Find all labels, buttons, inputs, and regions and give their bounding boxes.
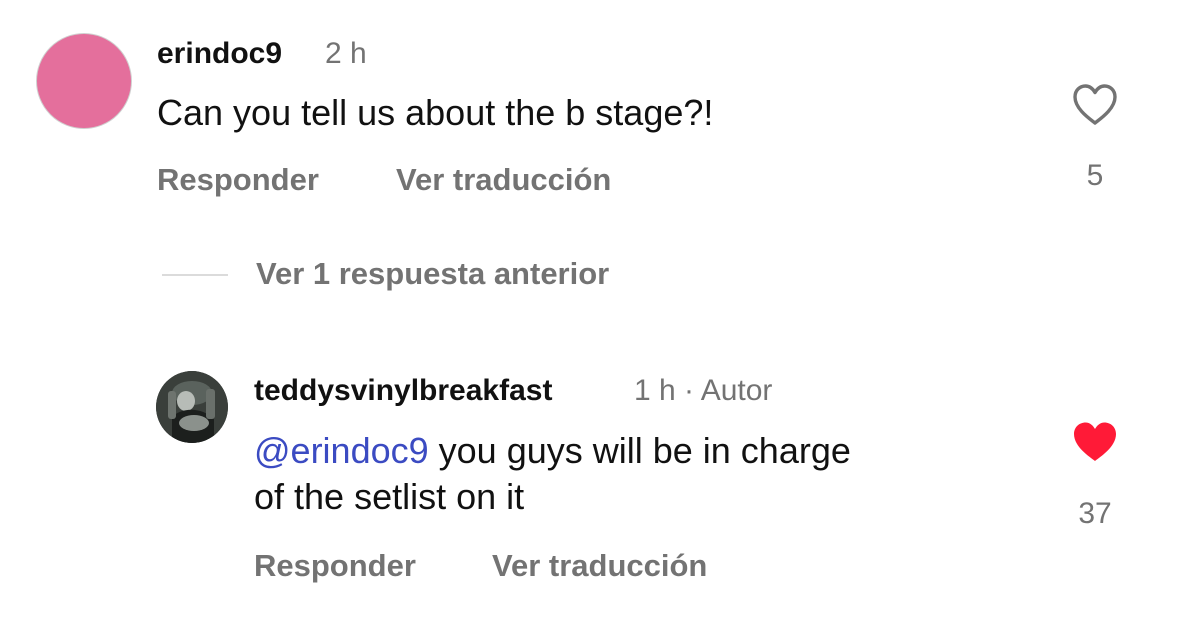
comment-text: @erindoc9 you guys will be in charge of t… bbox=[254, 428, 1014, 520]
comment-text-line1: you guys will be in charge bbox=[428, 430, 851, 471]
see-translation-button[interactable]: Ver traducción bbox=[396, 162, 611, 198]
comments-panel: erindoc9 2 h Can you tell us about the b… bbox=[0, 0, 1178, 634]
reply-button[interactable]: Responder bbox=[157, 162, 319, 198]
see-translation-button[interactable]: Ver traducción bbox=[492, 548, 707, 584]
view-previous-replies-button[interactable]: Ver 1 respuesta anterior bbox=[256, 256, 609, 292]
comment-timestamp: 2 h bbox=[325, 37, 367, 70]
comment-username[interactable]: teddysvinylbreakfast bbox=[254, 374, 552, 408]
comment-meta-time-author: 1 h · Autor bbox=[634, 374, 773, 407]
reply-button[interactable]: Responder bbox=[254, 548, 416, 584]
heart-outline-icon[interactable] bbox=[1071, 83, 1119, 132]
thread-divider bbox=[162, 274, 228, 276]
comment-text-line2: of the setlist on it bbox=[254, 476, 525, 517]
avatar-erindoc9[interactable] bbox=[36, 33, 132, 129]
comment-text: Can you tell us about the b stage?! bbox=[157, 92, 714, 133]
like-count: 5 bbox=[1086, 159, 1104, 192]
comment-username[interactable]: erindoc9 bbox=[157, 37, 282, 71]
mention-link[interactable]: @erindoc9 bbox=[254, 430, 429, 471]
avatar-teddysvinylbreakfast[interactable] bbox=[156, 371, 228, 443]
like-count: 37 bbox=[1078, 497, 1112, 530]
heart-filled-icon[interactable] bbox=[1071, 420, 1119, 469]
